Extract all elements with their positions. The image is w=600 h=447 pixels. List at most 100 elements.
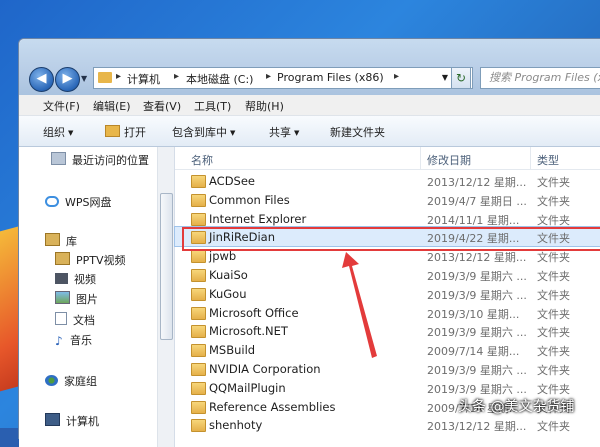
nav-videos[interactable]: 视频 (55, 271, 96, 287)
column-date[interactable]: 修改日期 (427, 152, 471, 168)
file-row[interactable]: KuGou 2019/3/9 星期六 ... 文件夹 (175, 284, 600, 303)
file-date: 2019/3/9 星期六 ... (427, 364, 527, 377)
organize-button[interactable]: 组织 ▼ (43, 124, 73, 140)
file-date: 2019/4/7 星期日 ... (427, 194, 527, 208)
breadcrumb-separator-icon[interactable]: ▸ (116, 71, 121, 82)
file-date: 2019/3/9 星期六 ... (427, 288, 527, 302)
video-icon (55, 273, 68, 284)
file-name: Common Files (209, 192, 290, 207)
nav-libraries[interactable]: 库 (45, 233, 77, 249)
column-divider[interactable] (420, 147, 421, 169)
file-date: 2019/3/9 星期六 ... (427, 326, 527, 340)
file-date: 2019/3/10 星期... (427, 307, 520, 321)
file-row[interactable]: MSBuild 2009/7/14 星期... 文件夹 (175, 340, 600, 359)
file-row[interactable]: QQMailPlugin 2019/3/9 星期六 ... 文件夹 (175, 378, 600, 397)
refresh-button[interactable]: ↻ (451, 67, 471, 89)
file-name: KuaiSo (209, 268, 248, 282)
music-note-icon: ♪ (55, 334, 63, 348)
include-library-button[interactable]: 包含到库中 ▼ (172, 124, 235, 140)
file-date: 2013/12/12 星期... (427, 420, 527, 434)
menu-view[interactable]: 查看(V) (143, 98, 181, 114)
picture-icon (55, 291, 70, 304)
nav-label: 库 (66, 235, 77, 248)
nav-label: 家庭组 (64, 375, 97, 388)
open-folder-icon (105, 125, 120, 137)
nav-wps-cloud[interactable]: WPS网盘 (45, 194, 112, 210)
column-divider[interactable] (530, 147, 531, 169)
folder-icon (191, 287, 206, 301)
menu-file[interactable]: 文件(F) (43, 98, 80, 114)
menu-edit[interactable]: 编辑(E) (93, 98, 131, 114)
file-type: 文件夹 (537, 176, 570, 189)
nav-pptv[interactable]: PPTV视频 (55, 252, 126, 268)
folder-icon (191, 193, 206, 207)
nav-computer[interactable]: 计算机 (45, 413, 99, 429)
column-type[interactable]: 类型 (537, 152, 559, 168)
file-row[interactable]: NVIDIA Corporation 2019/3/9 星期六 ... 文件夹 (175, 359, 600, 378)
breadcrumb-separator-icon[interactable]: ▸ (266, 71, 271, 82)
search-input[interactable]: 搜索 Program Files (x86) (480, 67, 600, 89)
recent-pages-dropdown[interactable]: ▼ (81, 74, 87, 83)
share-label: 共享 (269, 126, 291, 139)
file-name: Microsoft.NET (209, 324, 288, 339)
cloud-icon (45, 196, 59, 207)
document-icon (55, 312, 67, 325)
folder-icon (191, 250, 206, 264)
new-folder-button[interactable]: 新建文件夹 (330, 124, 385, 140)
folder-icon (191, 212, 206, 226)
nav-label: 图片 (76, 293, 98, 306)
breadcrumb-local-disk[interactable]: 本地磁盘 (C:) (186, 71, 253, 87)
folder-icon (191, 306, 206, 320)
menu-help[interactable]: 帮助(H) (245, 98, 284, 114)
address-bar[interactable]: ▸ 计算机 ▸ 本地磁盘 (C:) ▸ Program Files (x86) … (93, 67, 473, 89)
forward-button[interactable]: ▶ (55, 67, 80, 92)
breadcrumb-program-files[interactable]: Program Files (x86) (277, 71, 384, 84)
file-row[interactable]: Common Files 2019/4/7 星期日 ... 文件夹 (175, 190, 600, 209)
nav-label: WPS网盘 (65, 196, 112, 209)
file-row[interactable]: Internet Explorer 2014/11/1 星期... 文件夹 (175, 209, 600, 228)
nav-music[interactable]: ♪ 音乐 (55, 332, 92, 348)
include-library-label: 包含到库中 (172, 126, 227, 139)
file-name: Internet Explorer (209, 211, 307, 226)
file-type: 文件夹 (537, 345, 570, 359)
file-row[interactable]: ACDSee 2013/12/12 星期... 文件夹 (175, 171, 600, 190)
breadcrumb-computer[interactable]: 计算机 (127, 71, 160, 87)
address-dropdown-icon[interactable]: ▼ (442, 73, 448, 82)
file-name: KuGou (209, 286, 247, 301)
nav-homegroup[interactable]: 家庭组 (45, 373, 97, 389)
menu-tools[interactable]: 工具(T) (194, 98, 231, 114)
share-button[interactable]: 共享 ▼ (269, 124, 299, 140)
nav-pictures[interactable]: 图片 (55, 291, 98, 307)
back-button[interactable]: ◀ (29, 67, 54, 92)
folder-icon (191, 175, 206, 188)
file-type: 文件夹 (537, 326, 570, 340)
file-row[interactable]: KuaiSo 2019/3/9 星期六 ... 文件夹 (175, 265, 600, 284)
chevron-down-icon: ▼ (294, 129, 300, 137)
file-date: 2014/11/1 星期... (427, 213, 520, 227)
chevron-down-icon: ▼ (68, 129, 74, 137)
file-type: 文件夹 (537, 288, 570, 302)
annotation-highlight-box (182, 227, 600, 251)
open-button[interactable]: 打开 (105, 124, 146, 140)
file-row[interactable]: Microsoft.NET 2019/3/9 星期六 ... 文件夹 (175, 321, 600, 340)
nav-label: 视频 (74, 273, 96, 286)
file-type: 文件夹 (537, 364, 570, 377)
file-name: Reference Assemblies (209, 399, 336, 414)
file-row[interactable]: Microsoft Office 2019/3/10 星期... 文件夹 (175, 303, 600, 322)
folder-icon (191, 400, 206, 414)
file-type: 文件夹 (537, 307, 570, 321)
file-row[interactable]: shenhoty 2013/12/12 星期... 文件夹 (175, 415, 600, 434)
file-name: NVIDIA Corporation (209, 362, 321, 376)
file-name: jpwb (209, 249, 237, 264)
breadcrumb-separator-icon[interactable]: ▸ (394, 71, 399, 82)
nav-scroll-thumb[interactable] (160, 193, 173, 340)
breadcrumb-separator-icon[interactable]: ▸ (174, 71, 179, 82)
file-name: shenhoty (209, 418, 263, 433)
file-type: 文件夹 (537, 194, 570, 208)
column-name[interactable]: 名称 (191, 152, 213, 168)
nav-scrollbar[interactable] (157, 147, 174, 447)
file-type: 文件夹 (537, 420, 570, 434)
nav-documents[interactable]: 文档 (55, 312, 95, 328)
folder-icon (191, 269, 206, 282)
nav-recent-places[interactable]: 最近访问的位置 (51, 152, 149, 168)
